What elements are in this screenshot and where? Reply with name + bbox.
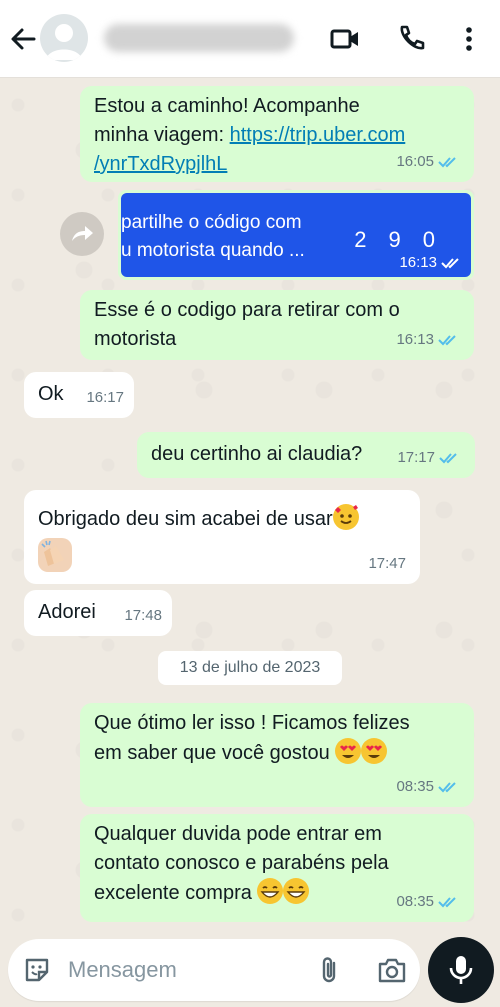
message-text: minha viagem: xyxy=(94,124,230,146)
message-text: Estou a caminho! Acompanhe xyxy=(94,95,360,117)
message-time: 16:13 xyxy=(396,331,434,348)
message-incoming[interactable]: Adorei 17:48 xyxy=(24,590,172,636)
attach-icon[interactable] xyxy=(316,955,344,985)
message-time: 16:05 xyxy=(396,153,434,170)
sticker-icon[interactable] xyxy=(22,955,52,985)
forward-button[interactable] xyxy=(60,212,104,256)
message-time: 17:47 xyxy=(368,555,406,572)
shared-image[interactable]: partilhe o código com u motorista quando… xyxy=(121,193,471,277)
heart-eyes-emoji-icon xyxy=(335,738,362,764)
message-outgoing[interactable]: Estou a caminho! Acompanhe minha viagem:… xyxy=(80,86,474,182)
more-options-icon[interactable] xyxy=(452,22,486,56)
message-time: 16:13 xyxy=(399,254,437,271)
message-text: excelente compra xyxy=(94,882,252,904)
message-text: Qualquer duvida pode entrar em xyxy=(94,823,382,845)
read-ticks-icon xyxy=(438,334,456,345)
message-text: Adorei xyxy=(38,601,96,623)
read-ticks-icon xyxy=(438,896,456,907)
message-text: Ok xyxy=(38,383,64,405)
message-outgoing[interactable]: deu certinho ai claudia? 17:17 xyxy=(137,432,475,478)
message-text: Obrigado deu sim acabei de usar xyxy=(38,508,333,530)
chat-header: ████ ██ ████ ████ xyxy=(0,0,500,78)
message-time: 17:48 xyxy=(124,607,162,624)
message-text: Que ótimo ler isso ! Ficamos felizes xyxy=(94,712,410,734)
image-text-line: partilhe o código com xyxy=(121,212,302,233)
message-time: 17:17 xyxy=(397,449,435,466)
clapping-hands-emoji-icon xyxy=(38,538,72,572)
video-call-icon[interactable] xyxy=(328,22,362,56)
back-arrow-icon[interactable] xyxy=(8,22,38,56)
grinning-face-emoji-icon xyxy=(283,878,310,904)
date-separator: 13 de julho de 2023 xyxy=(158,651,342,685)
message-outgoing[interactable]: Esse é o codigo para retirar com o motor… xyxy=(80,290,474,360)
heart-eyes-emoji-icon xyxy=(361,738,388,764)
pickup-code: 290 xyxy=(354,227,457,252)
avatar-icon xyxy=(46,24,82,60)
read-ticks-icon xyxy=(441,257,459,268)
phone-icon[interactable] xyxy=(394,22,428,56)
read-ticks-icon xyxy=(439,452,457,463)
read-ticks-icon xyxy=(438,156,456,167)
message-outgoing[interactable]: Qualquer duvida pode entrar em contato c… xyxy=(80,814,474,922)
message-time: 16:17 xyxy=(86,389,124,406)
image-message[interactable]: partilhe o código com u motorista quando… xyxy=(118,190,474,280)
grinning-face-emoji-icon xyxy=(257,878,284,904)
trip-link[interactable]: https://trip.uber.com xyxy=(230,124,406,146)
message-input[interactable]: Mensagem xyxy=(68,957,177,983)
smiling-hearts-emoji-icon xyxy=(332,504,359,530)
forward-icon xyxy=(72,226,93,241)
voice-message-button[interactable] xyxy=(428,937,494,1003)
message-text: contato conosco e parabéns pela xyxy=(94,852,389,874)
avatar[interactable] xyxy=(40,14,88,62)
camera-icon[interactable] xyxy=(376,955,408,985)
message-incoming[interactable]: Ok 16:17 xyxy=(24,372,134,418)
mic-icon xyxy=(449,956,473,984)
image-text-line: u motorista quando ... xyxy=(121,240,305,261)
message-text: Esse é o codigo para retirar com o xyxy=(94,299,400,321)
read-ticks-icon xyxy=(438,781,456,792)
message-text: em saber que você gostou xyxy=(94,742,330,764)
message-composer[interactable]: Mensagem xyxy=(8,939,420,1001)
message-time: 08:35 xyxy=(396,778,434,795)
message-time: 08:35 xyxy=(396,893,434,910)
contact-name[interactable]: ████ ██ ████ ████ xyxy=(104,24,294,52)
message-outgoing[interactable]: Que ótimo ler isso ! Ficamos felizes em … xyxy=(80,703,474,807)
message-incoming[interactable]: Obrigado deu sim acabei de usar 17:47 xyxy=(24,490,420,584)
message-text: deu certinho ai claudia? xyxy=(151,443,363,465)
